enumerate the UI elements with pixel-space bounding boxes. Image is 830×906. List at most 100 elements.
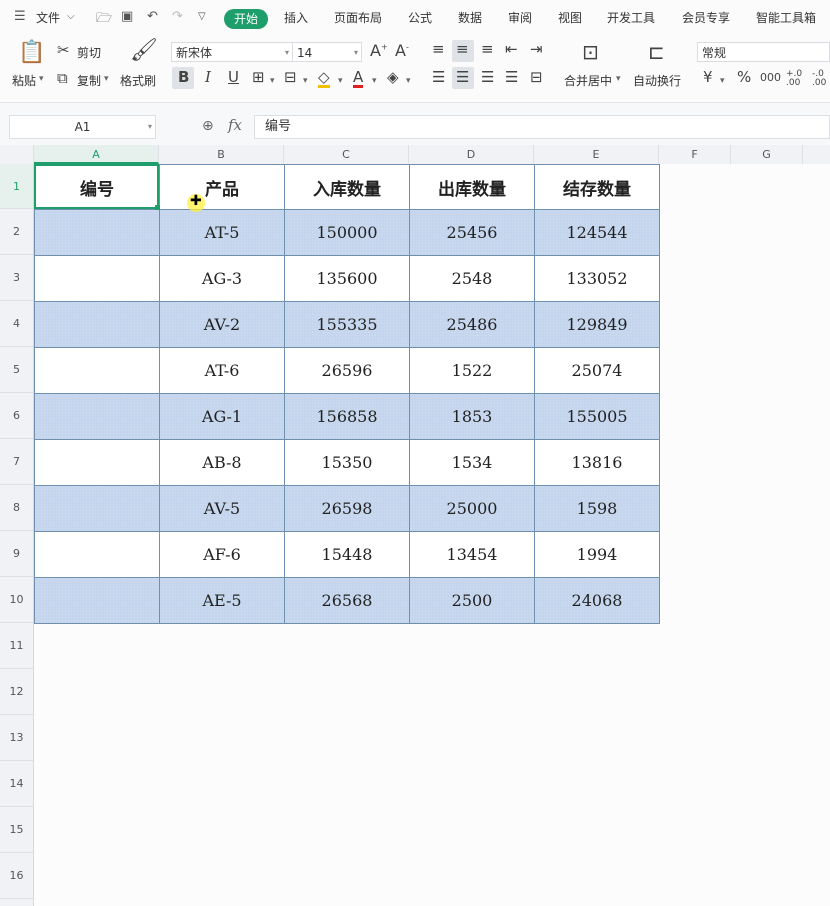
table-cell[interactable]: 25074 [534, 347, 660, 394]
paste-icon[interactable]: 📋 [18, 42, 45, 64]
row-header-6[interactable]: 6 [0, 393, 33, 439]
chevron-down-icon[interactable]: ▾ [148, 116, 152, 138]
tab-smart-toolbox[interactable]: 智能工具箱 [756, 9, 816, 26]
column-header-g[interactable]: G [731, 145, 803, 164]
table-cell[interactable] [34, 301, 160, 348]
row-header-9[interactable]: 9 [0, 531, 33, 577]
table-cell[interactable]: AV-5 [159, 485, 285, 532]
table-cell[interactable]: AT-5 [159, 209, 285, 256]
tab-member[interactable]: 会员专享 [682, 9, 730, 26]
table-cell[interactable]: AF-6 [159, 531, 285, 578]
table-cell[interactable]: 2500 [409, 577, 535, 624]
font-color-dropdown-icon[interactable]: ▾ [372, 76, 377, 86]
open-folder-icon[interactable]: 🗁 [96, 9, 112, 31]
row-header-5[interactable]: 5 [0, 347, 33, 393]
header-cell[interactable]: 产品 [159, 164, 285, 210]
currency-button[interactable]: ¥ [703, 70, 713, 85]
clear-dropdown-icon[interactable]: ▾ [406, 76, 411, 86]
column-header-c[interactable]: C [284, 145, 409, 164]
table-cell[interactable] [34, 439, 160, 486]
fill-color-dropdown-icon[interactable]: ▾ [338, 76, 343, 86]
table-cell[interactable]: 1853 [409, 393, 535, 440]
column-header-b[interactable]: B [159, 145, 284, 164]
row-header-13[interactable]: 13 [0, 715, 33, 761]
undo-icon[interactable]: ↶ [147, 9, 158, 24]
table-cell[interactable] [34, 393, 160, 440]
table-cell[interactable] [34, 577, 160, 624]
row-header-10[interactable]: 10 [0, 577, 33, 623]
row-header-11[interactable]: 11 [0, 623, 33, 669]
tab-insert[interactable]: 插入 [284, 9, 308, 26]
header-cell[interactable]: 入库数量 [284, 164, 410, 210]
row-header-1[interactable]: 1 [0, 164, 33, 209]
tab-data[interactable]: 数据 [458, 9, 482, 26]
align-right-icon[interactable]: ☰ [481, 70, 494, 85]
decrease-indent-icon[interactable]: ⇤ [505, 42, 518, 57]
border-icon[interactable]: ⊞ [252, 70, 265, 85]
header-cell[interactable]: 结存数量 [534, 164, 660, 210]
decrease-font-icon[interactable]: A- [395, 43, 409, 59]
fill-handle[interactable] [155, 205, 160, 210]
justify-icon[interactable]: ☰ [505, 70, 518, 85]
zoom-search-icon[interactable]: ⊕ [202, 118, 214, 134]
fill-color-icon[interactable]: ◇ [318, 70, 330, 88]
percent-button[interactable]: % [737, 70, 751, 85]
table-cell[interactable]: AE-5 [159, 577, 285, 624]
hamburger-icon[interactable]: ☰ [14, 9, 26, 24]
chevron-down-icon[interactable]: ⌵ [67, 11, 75, 22]
table-cell[interactable]: AG-1 [159, 393, 285, 440]
header-cell[interactable]: 编号 [34, 164, 160, 210]
format-painter-icon[interactable]: 🖌 [130, 40, 158, 62]
column-header-a[interactable]: A [34, 145, 159, 164]
select-all-corner[interactable] [0, 145, 34, 164]
align-center-icon[interactable]: ☰ [456, 70, 469, 85]
table-cell[interactable] [34, 347, 160, 394]
align-left-icon[interactable]: ☰ [432, 70, 445, 85]
fx-icon[interactable]: fx [228, 116, 242, 134]
merge-center-button[interactable]: 合并居中 [564, 72, 612, 89]
bold-button[interactable]: B [178, 70, 189, 85]
row-header-8[interactable]: 8 [0, 485, 33, 531]
table-cell[interactable]: 25456 [409, 209, 535, 256]
scissors-icon[interactable]: ✂ [57, 43, 70, 58]
row-header-3[interactable]: 3 [0, 255, 33, 301]
increase-indent-icon[interactable]: ⇥ [530, 42, 543, 57]
table-cell[interactable]: AG-3 [159, 255, 285, 302]
eraser-icon[interactable]: ◈ [387, 70, 399, 85]
format-painter-button[interactable]: 格式刷 [120, 72, 156, 89]
save-icon[interactable]: ▣ [121, 9, 133, 24]
table-cell[interactable]: 155335 [284, 301, 410, 348]
table-cell[interactable]: 15448 [284, 531, 410, 578]
decrease-decimal-button[interactable]: -.0 .00 [812, 70, 830, 88]
table-cell[interactable]: 26568 [284, 577, 410, 624]
merge-center-icon[interactable]: ⊡ [582, 42, 599, 62]
distributed-icon[interactable]: ⊟ [530, 70, 543, 85]
file-menu[interactable]: 文件 [36, 9, 60, 26]
font-color-icon[interactable]: A [353, 70, 364, 88]
row-header-16[interactable]: 16 [0, 853, 33, 899]
currency-dropdown-icon[interactable]: ▾ [720, 76, 725, 86]
table-cell[interactable]: 25000 [409, 485, 535, 532]
copy-dropdown-icon[interactable]: ▾ [104, 74, 109, 84]
tab-developer[interactable]: 开发工具 [607, 9, 655, 26]
table-cell[interactable]: 26596 [284, 347, 410, 394]
copy-button[interactable]: 复制 [77, 72, 101, 89]
tab-review[interactable]: 审阅 [508, 9, 532, 26]
table-cell[interactable]: 24068 [534, 577, 660, 624]
wrap-text-icon[interactable]: ⊏ [648, 42, 665, 62]
paste-dropdown-icon[interactable]: ▾ [39, 74, 44, 84]
align-middle-icon[interactable]: ≡ [456, 42, 469, 57]
table-cell[interactable]: AT-6 [159, 347, 285, 394]
redo-icon[interactable]: ↷ [172, 9, 183, 24]
number-format-select[interactable]: 常规 [697, 42, 830, 62]
table-cell[interactable]: 124544 [534, 209, 660, 256]
table-cell[interactable] [34, 531, 160, 578]
table-cell[interactable]: 150000 [284, 209, 410, 256]
italic-button[interactable]: I [205, 70, 211, 85]
tab-home[interactable]: 开始 [224, 9, 268, 29]
row-header-14[interactable]: 14 [0, 761, 33, 807]
row-header-4[interactable]: 4 [0, 301, 33, 347]
table-cell[interactable] [34, 255, 160, 302]
table-cell[interactable] [34, 485, 160, 532]
table-cell[interactable]: 1522 [409, 347, 535, 394]
